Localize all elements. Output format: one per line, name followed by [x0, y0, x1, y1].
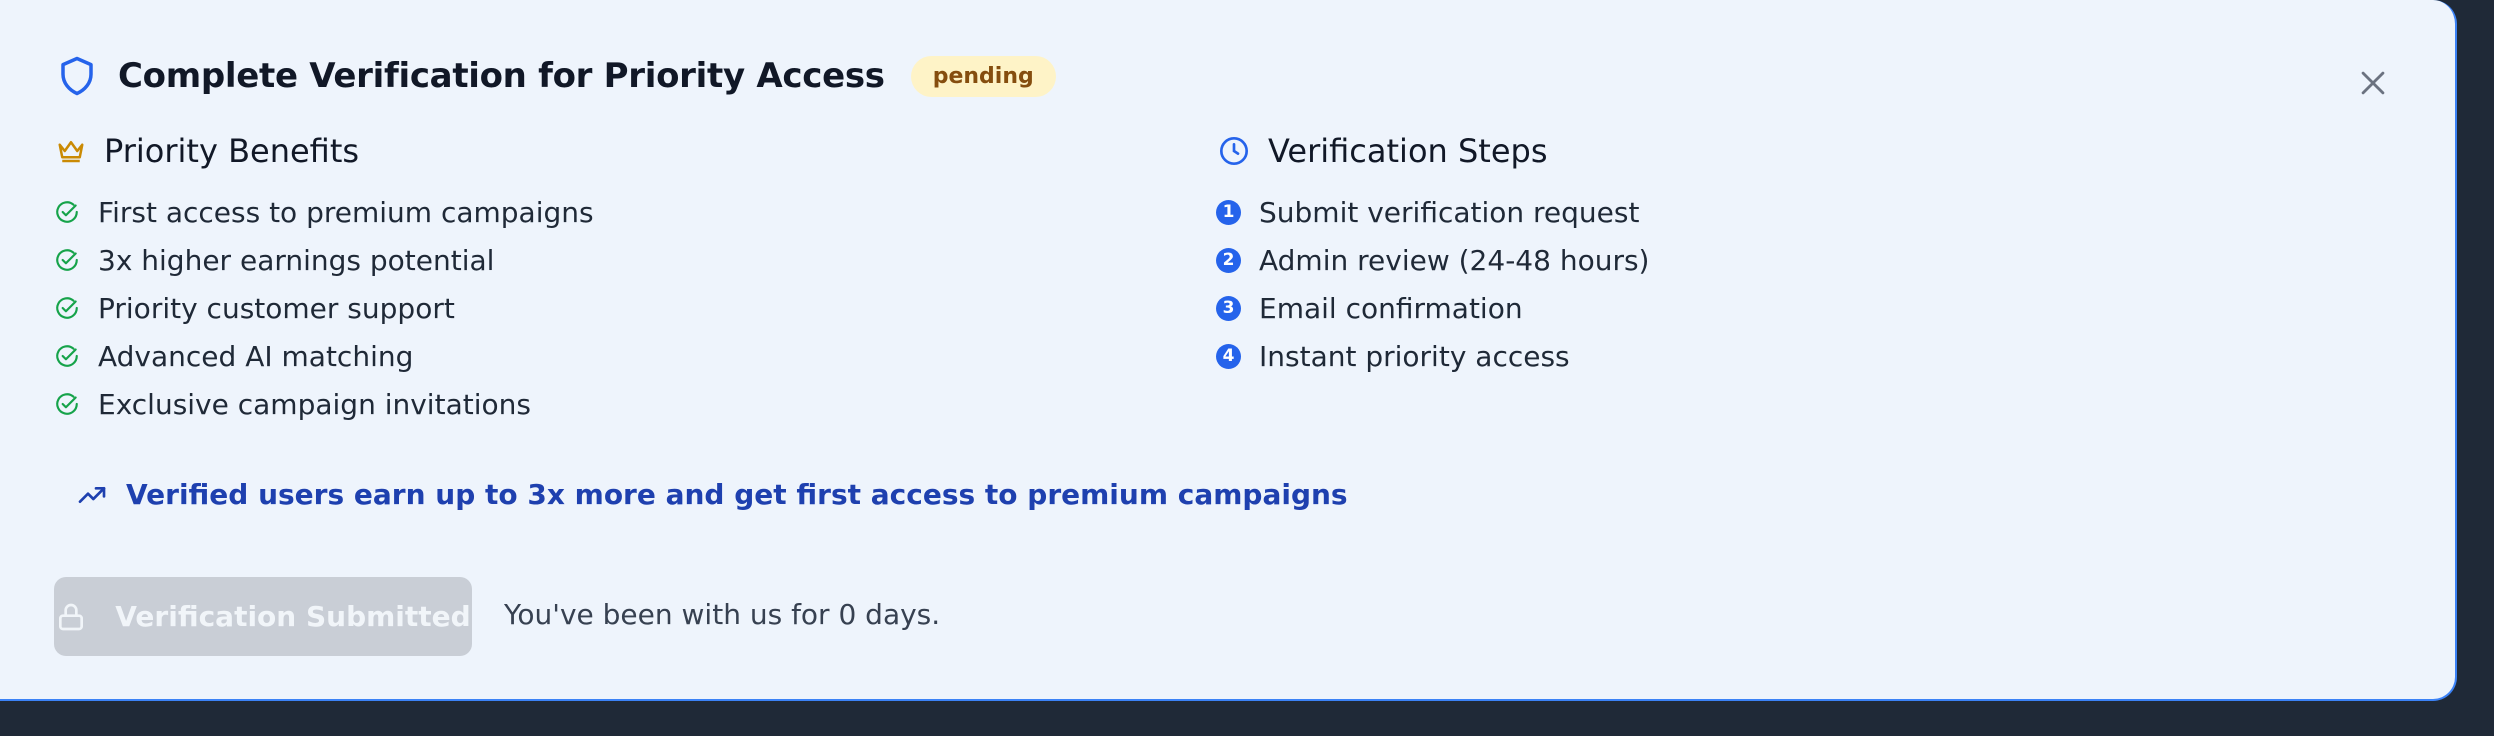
- list-item: 3 Email confirmation: [1216, 284, 1649, 332]
- button-label: Verification Submitted: [115, 600, 471, 633]
- benefit-label: Exclusive campaign invitations: [98, 387, 531, 421]
- step-label: Admin review (24-48 hours): [1259, 243, 1650, 277]
- check-circle-icon: [56, 297, 78, 319]
- modal-title: Complete Verification for Priority Acces…: [118, 56, 885, 96]
- list-item: 2 Admin review (24-48 hours): [1216, 236, 1649, 284]
- step-label: Email confirmation: [1259, 291, 1523, 325]
- step-label: Instant priority access: [1259, 339, 1570, 373]
- benefits-heading-row: Priority Benefits: [56, 132, 359, 170]
- benefit-label: Advanced AI matching: [98, 339, 414, 373]
- benefits-list: First access to premium campaigns 3x hig…: [54, 188, 594, 428]
- list-item: Advanced AI matching: [54, 332, 594, 380]
- steps-list: 1 Submit verification request 2 Admin re…: [1216, 188, 1649, 380]
- step-number: 3: [1216, 295, 1241, 321]
- trending-up-icon: [78, 486, 106, 503]
- modal-header: Complete Verification for Priority Acces…: [56, 52, 1056, 100]
- check-circle-icon: [56, 393, 78, 415]
- benefit-label: 3x higher earnings potential: [98, 243, 495, 277]
- shield-icon: [61, 56, 93, 96]
- step-number: 1: [1216, 199, 1241, 225]
- list-item: First access to premium campaigns: [54, 188, 594, 236]
- crown-icon: [58, 141, 84, 163]
- step-label: Submit verification request: [1259, 195, 1640, 229]
- benefits-heading: Priority Benefits: [104, 132, 360, 170]
- verification-modal: Complete Verification for Priority Acces…: [0, 0, 2457, 701]
- promo-banner: Verified users earn up to 3x more and ge…: [76, 478, 1348, 511]
- list-item: Priority customer support: [54, 284, 594, 332]
- steps-heading-row: Verification Steps: [1218, 132, 1548, 170]
- check-circle-icon: [56, 249, 78, 271]
- list-item: 1 Submit verification request: [1216, 188, 1649, 236]
- promo-text: Verified users earn up to 3x more and ge…: [126, 478, 1348, 511]
- benefit-label: First access to premium campaigns: [98, 195, 594, 229]
- status-badge: pending: [910, 55, 1056, 97]
- benefit-label: Priority customer support: [98, 291, 455, 325]
- step-number: 4: [1216, 343, 1241, 369]
- lock-icon: [59, 603, 84, 630]
- check-circle-icon: [56, 201, 78, 223]
- list-item: 3x higher earnings potential: [54, 236, 594, 284]
- check-circle-icon: [56, 345, 78, 367]
- list-item: 4 Instant priority access: [1216, 332, 1649, 380]
- steps-heading: Verification Steps: [1268, 132, 1548, 170]
- verification-submitted-button[interactable]: Verification Submitted: [54, 577, 472, 656]
- tenure-text: You've been with us for 0 days.: [504, 598, 941, 631]
- clock-icon: [1220, 137, 1248, 165]
- step-number: 2: [1216, 247, 1241, 273]
- close-icon[interactable]: [2356, 66, 2390, 100]
- list-item: Exclusive campaign invitations: [54, 380, 594, 428]
